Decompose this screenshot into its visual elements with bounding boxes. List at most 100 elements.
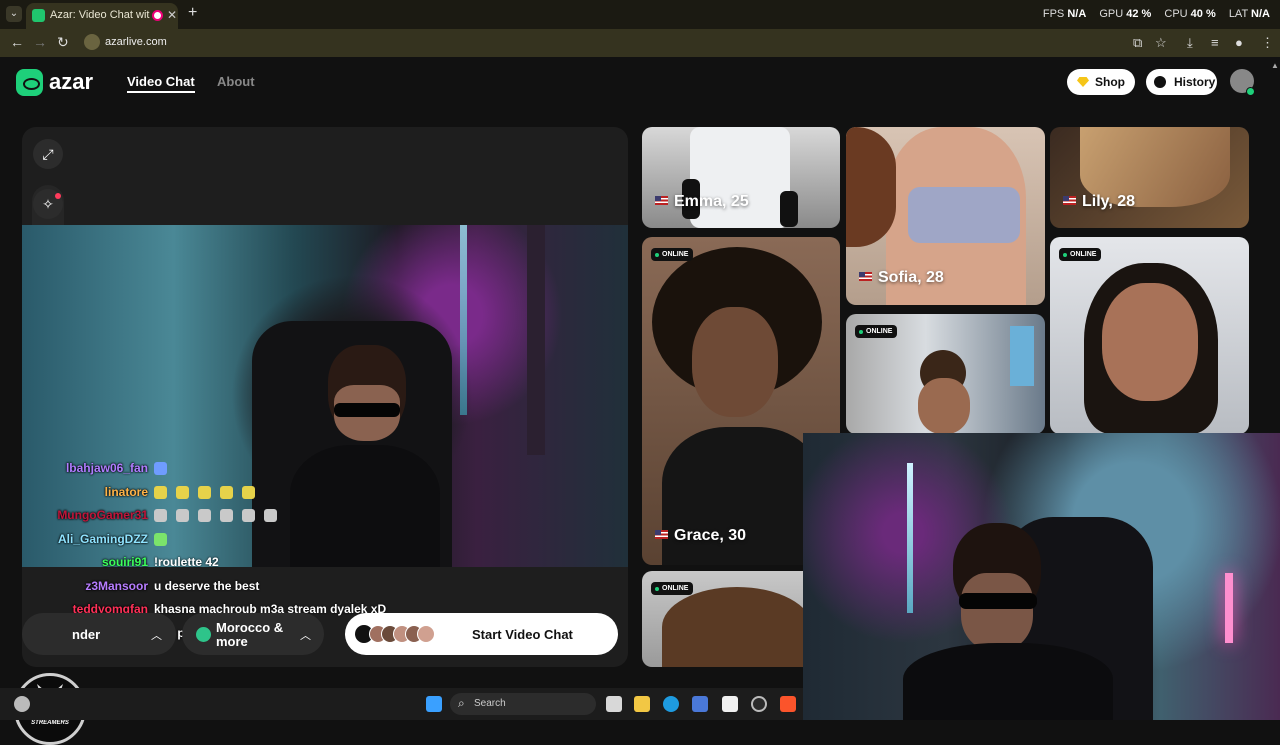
watermark-line: STREAMERS — [31, 720, 69, 726]
cpu-label: CPU — [1164, 8, 1188, 20]
match-avatar — [417, 625, 435, 643]
install-app-icon[interactable]: ⧉ — [1133, 35, 1142, 51]
shop-button[interactable]: Shop — [1067, 69, 1135, 95]
tab-title: Azar: Video Chat with New — [50, 9, 150, 21]
url-field[interactable]: azarlive.com — [80, 32, 1180, 54]
start-video-chat-label: Start Video Chat — [472, 627, 573, 642]
us-flag-icon — [655, 196, 668, 205]
chat-emote-icon — [154, 485, 167, 499]
chat-emote-icon — [242, 485, 255, 499]
chat-username: z3Mansoor — [85, 578, 148, 593]
gpu-label: GPU — [1099, 8, 1124, 20]
chat-message — [154, 508, 286, 523]
azar-favicon-icon — [32, 9, 45, 22]
back-icon[interactable]: ← — [10, 34, 24, 50]
name-text: Grace, 30 — [674, 527, 747, 544]
nav-video-chat[interactable]: Video Chat — [127, 74, 195, 93]
tab-audio-icon[interactable] — [152, 10, 163, 21]
face — [1102, 283, 1198, 401]
file-explorer-icon[interactable] — [634, 696, 650, 712]
hair — [662, 587, 812, 667]
weather-icon[interactable] — [14, 696, 30, 712]
obs-icon[interactable] — [751, 696, 767, 712]
chat-row: MungoGamer31 — [22, 508, 442, 532]
sign — [1010, 326, 1034, 386]
online-status-dot — [1246, 87, 1255, 96]
lat-value: N/A — [1251, 8, 1270, 20]
reload-icon[interactable]: ↻ — [57, 34, 69, 51]
windows-start-icon[interactable] — [426, 696, 442, 712]
brave-icon[interactable] — [780, 696, 796, 712]
chat-username: lbahjaw06_fan — [65, 461, 148, 475]
name-text: Lily, 28 — [1082, 193, 1136, 210]
lat-label: LAT — [1228, 8, 1248, 20]
profile-card-online-4[interactable]: ONLINE — [1050, 237, 1249, 434]
start-video-chat-button[interactable]: Start Video Chat — [345, 613, 618, 655]
bookmark-star-icon[interactable]: ☆ — [1155, 35, 1167, 51]
online-badge: ONLINE — [855, 325, 898, 338]
chat-emote-icon — [176, 485, 189, 499]
profile-icon[interactable]: ● — [1235, 35, 1243, 50]
profile-card-emma[interactable]: Emma, 25 — [642, 127, 840, 228]
history-button[interactable]: History — [1146, 69, 1217, 95]
reading-list-icon[interactable]: ≡ — [1211, 35, 1219, 50]
taskbar-search-box[interactable]: ⌕ Search — [450, 693, 596, 715]
gender-filter-button[interactable]: nder ︿ — [22, 613, 176, 655]
region-label-line2: more — [216, 634, 248, 649]
search-label: Search — [474, 698, 506, 709]
new-tab-icon[interactable]: + — [188, 4, 197, 22]
browser-menu-icon[interactable]: ⋮ — [1261, 35, 1274, 51]
brand-name[interactable]: azar — [49, 69, 93, 95]
profile-card-online-3[interactable]: ONLINE — [846, 314, 1045, 434]
forward-icon[interactable]: → — [33, 34, 47, 50]
sunglasses — [334, 403, 400, 417]
chat-emote-icon — [198, 509, 211, 523]
sunglasses — [959, 593, 1037, 609]
led-light-bar — [907, 463, 913, 613]
gender-label: nder — [72, 627, 101, 642]
profile-name-emma: Emma, 25 — [655, 193, 749, 211]
browser-tab-strip: ⌄ Azar: Video Chat with New ✕ + FPS N/A … — [0, 0, 1280, 29]
chat-row: Ali_GamingDZZ — [22, 532, 442, 556]
chat-username: souiri91 — [101, 555, 148, 569]
chat-emote-icon — [154, 532, 167, 546]
torso — [903, 643, 1113, 720]
online-badge: ONLINE — [651, 248, 694, 261]
chevron-up-icon: ︿ — [300, 630, 311, 642]
nav-about[interactable]: About — [217, 74, 255, 89]
profile-card-lily[interactable]: Lily, 28 — [1050, 127, 1249, 228]
profile-card-sofia[interactable]: Sofia, 28 — [846, 127, 1045, 305]
region-filter-button[interactable]: Morocco & more ︿ — [182, 613, 324, 655]
pink-light-bar — [1225, 573, 1233, 643]
windows-taskbar: ⌕ Search — [0, 688, 803, 720]
scroll-up-icon[interactable]: ▲ — [1271, 61, 1279, 70]
azar-logo-icon[interactable] — [16, 69, 43, 96]
downloads-icon[interactable]: ⤓ — [1187, 35, 1193, 51]
online-badge: ONLINE — [1059, 248, 1102, 261]
chat-row: z3Mansoor u deserve the best — [22, 579, 442, 603]
chat-emote-icon — [264, 509, 277, 523]
edge-icon[interactable] — [663, 696, 679, 712]
chat-message — [154, 485, 264, 499]
region-label-line1: Morocco & — [216, 620, 284, 635]
tab-close-icon[interactable]: ✕ — [167, 8, 177, 22]
chat-row: lbahjaw06_fan — [22, 461, 442, 485]
expand-icon[interactable]: ⤢ — [33, 139, 63, 169]
performance-overlay: FPS N/A GPU 42 % CPU 40 % LAT N/A — [1043, 8, 1270, 20]
us-flag-icon — [859, 272, 872, 281]
streamer-webcam-overlay — [803, 433, 1280, 720]
led-light-bar — [460, 225, 467, 415]
notepad-icon[interactable] — [722, 696, 738, 712]
site-info-icon[interactable] — [84, 34, 100, 50]
task-view-icon[interactable] — [606, 696, 622, 712]
chat-emote-icon — [242, 509, 255, 523]
tab-list-icon[interactable]: ⌄ — [6, 6, 22, 22]
browser-tab-azar[interactable]: Azar: Video Chat with New ✕ — [26, 3, 178, 29]
store-icon[interactable] — [692, 696, 708, 712]
profile-name-grace: Grace, 30 — [655, 527, 746, 545]
chat-username: MungoGamer31 — [57, 508, 148, 522]
fps-label: FPS — [1042, 8, 1065, 20]
url-text: azarlive.com — [105, 36, 167, 48]
fps-value: N/A — [1067, 8, 1087, 20]
chat-emote-icon — [176, 509, 189, 523]
